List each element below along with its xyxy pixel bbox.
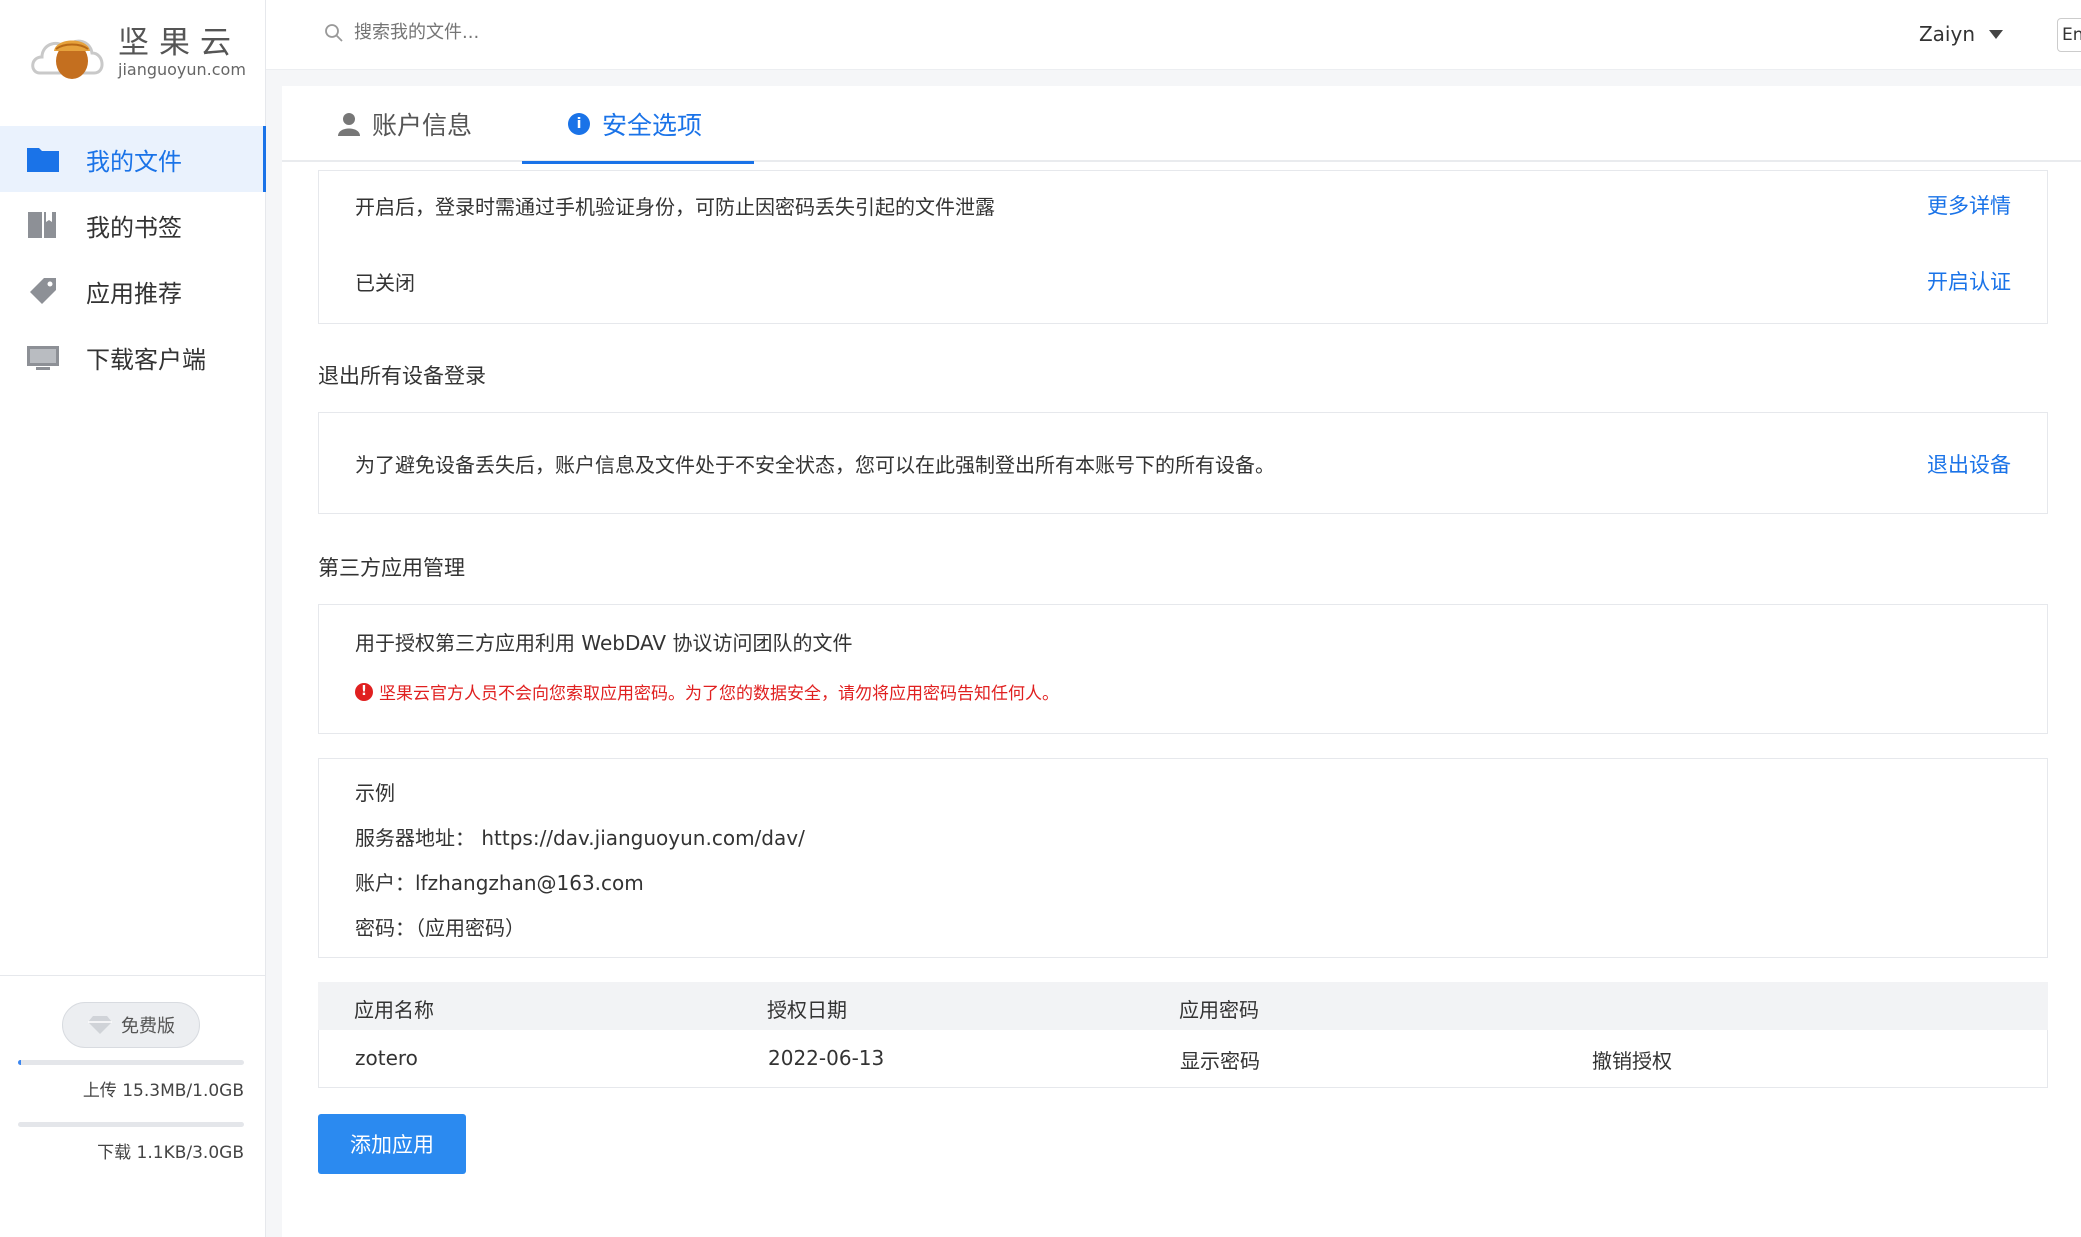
user-menu[interactable]: Zaiyn (1919, 22, 2003, 46)
example-card: 示例 服务器地址： https://dav.jianguoyun.com/dav… (318, 758, 2048, 958)
tab-label: 安全选项 (602, 111, 703, 140)
bookmark-icon (26, 210, 60, 240)
upload-quota-text: 上传 15.3MB/1.0GB (82, 1081, 244, 1101)
third-party-description: 用于授权第三方应用利用 WebDAV 协议访问团队的文件 (355, 631, 853, 655)
language-switch[interactable]: En (2057, 18, 2081, 52)
logo[interactable]: 坚果云 jianguoyun.com (30, 20, 246, 84)
tag-icon (26, 276, 60, 306)
example-server: 服务器地址： https://dav.jianguoyun.com/dav/ (355, 826, 805, 850)
search-icon (325, 23, 343, 42)
column-header-auth-date: 授权日期 (767, 998, 847, 1022)
upload-quota-bar (18, 1060, 244, 1065)
add-app-button[interactable]: 添加应用 (318, 1114, 466, 1174)
user-icon (338, 113, 360, 136)
warning-text: 坚果云官方人员不会向您索取应用密码。为了您的数据安全，请勿将应用密码告知任何人。 (379, 684, 1059, 704)
sidebar-item-download-client[interactable]: 下载客户端 (0, 324, 266, 390)
sidebar-item-bookmarks[interactable]: 我的书签 (0, 192, 266, 258)
logout-all-card: 为了避免设备丢失后，账户信息及文件处于不安全状态，您可以在此强制登出所有本账号下… (318, 412, 2048, 514)
download-quota-bar (18, 1122, 244, 1127)
sidebar-item-app-recommend[interactable]: 应用推荐 (0, 258, 266, 324)
tab-label: 账户信息 (372, 111, 473, 140)
brand-name-cn: 坚果云 (118, 25, 241, 61)
column-header-app-password: 应用密码 (1179, 998, 1259, 1022)
folder-icon (26, 144, 60, 174)
third-party-title: 第三方应用管理 (318, 556, 465, 580)
search-box[interactable] (324, 22, 654, 43)
third-party-info-card: 用于授权第三方应用利用 WebDAV 协议访问团队的文件 ! 坚果云官方人员不会… (318, 604, 2048, 734)
sidebar: 坚果云 jianguoyun.com 我的文件 我的书签 应用推荐 下载客户端 … (0, 0, 266, 1237)
storage-panel: 免费版 上传 15.3MB/1.0GB 下载 1.1KB/3.0GB (0, 975, 266, 1237)
tab-account-info[interactable]: 账户信息 (338, 86, 472, 162)
two-factor-status: 已关闭 (355, 271, 415, 295)
more-details-link[interactable]: 更多详情 (1927, 190, 2011, 220)
user-name: Zaiyn (1918, 22, 1975, 46)
settings-tabs: 账户信息 i 安全选项 (282, 86, 2081, 164)
enable-2fa-link[interactable]: 开启认证 (1927, 266, 2011, 296)
download-quota-text: 下载 1.1KB/3.0GB (97, 1143, 244, 1163)
tab-security-options[interactable]: i 安全选项 (522, 86, 755, 164)
search-input[interactable] (354, 22, 654, 43)
diamond-icon (88, 1016, 112, 1034)
sidebar-item-label: 下载客户端 (86, 345, 206, 374)
app-name: zotero (355, 1046, 418, 1070)
logout-all-title: 退出所有设备登录 (318, 364, 486, 388)
info-icon: i (568, 113, 590, 135)
sidebar-item-label: 我的书签 (86, 213, 182, 242)
alert-icon: ! (355, 682, 373, 701)
sidebar-item-my-files[interactable]: 我的文件 (0, 126, 266, 192)
plan-label: 免费版 (121, 1016, 175, 1037)
sidebar-nav: 我的文件 我的书签 应用推荐 下载客户端 (0, 126, 266, 390)
table-row: zotero 2022-06-13 显示密码 撤销授权 (318, 1030, 2048, 1088)
acorn-logo-icon (30, 21, 114, 83)
apps-table-header: 应用名称 授权日期 应用密码 (318, 982, 2048, 1030)
monitor-icon (26, 342, 60, 372)
two-factor-card: 开启后，登录时需通过手机验证身份，可防止因密码丢失引起的文件泄露 更多详情 已关… (318, 170, 2048, 324)
brand-name-en: jianguoyun.com (118, 60, 246, 79)
column-header-app-name: 应用名称 (354, 998, 434, 1022)
sidebar-item-label: 应用推荐 (86, 279, 182, 308)
top-bar: Zaiyn En (266, 0, 2081, 70)
sidebar-item-label: 我的文件 (86, 147, 182, 176)
two-factor-description: 开启后，登录时需通过手机验证身份，可防止因密码丢失引起的文件泄露 (355, 195, 995, 219)
auth-date: 2022-06-13 (768, 1046, 885, 1070)
revoke-auth-link[interactable]: 撤销授权 (1592, 1045, 1672, 1074)
logout-all-description: 为了避免设备丢失后，账户信息及文件处于不安全状态，您可以在此强制登出所有本账号下… (355, 453, 1275, 477)
main-panel: 账户信息 i 安全选项 开启后，登录时需通过手机验证身份，可防止因密码丢失引起的… (282, 86, 2081, 1237)
plan-badge[interactable]: 免费版 (62, 1002, 200, 1048)
show-password-link[interactable]: 显示密码 (1180, 1045, 1260, 1074)
example-password: 密码：（应用密码） (355, 916, 525, 940)
logout-devices-link[interactable]: 退出设备 (1927, 449, 2011, 479)
security-warning: ! 坚果云官方人员不会向您索取应用密码。为了您的数据安全，请勿将应用密码告知任何… (355, 679, 1059, 704)
upload-quota-fill (18, 1060, 22, 1065)
example-title: 示例 (355, 781, 395, 805)
chevron-down-icon (1989, 29, 2003, 39)
example-account: 账户：lfzhangzhan@163.com (355, 871, 644, 895)
